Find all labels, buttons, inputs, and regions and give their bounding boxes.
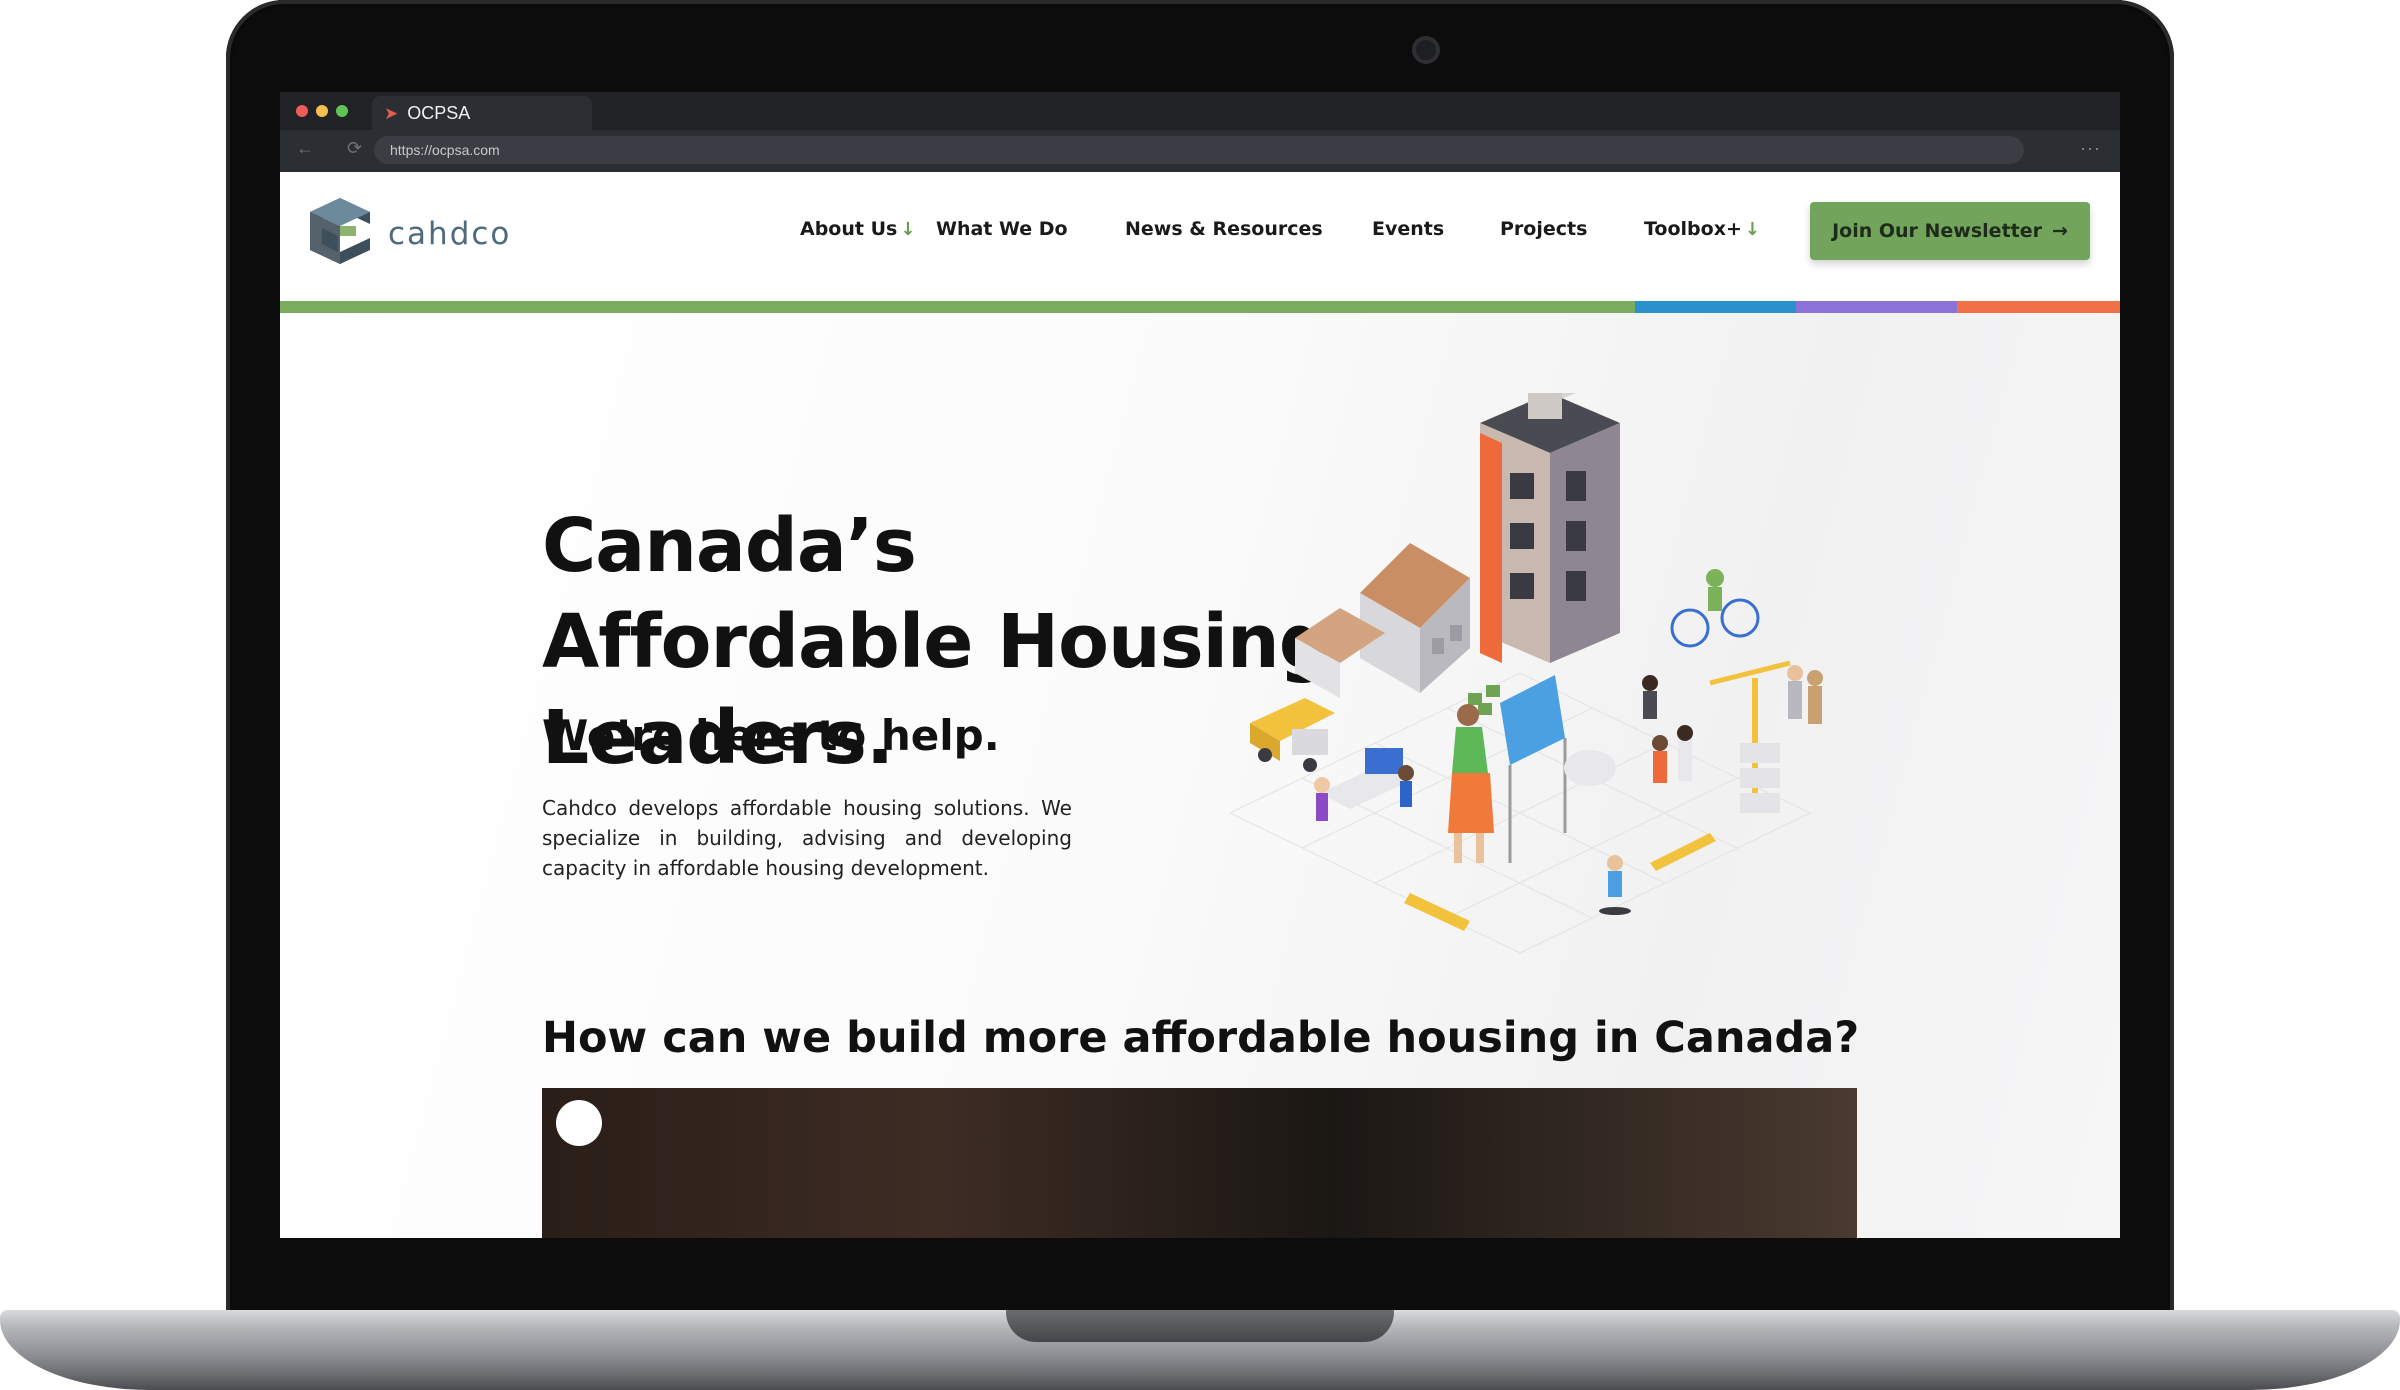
hero-description: Cahdco develops affordable housing solut… (542, 796, 1072, 880)
section-heading: How can we build more affordable housing… (542, 1013, 1860, 1063)
browser-chrome: ➤ OCPSA ← ⟳ https://ocpsa.com ··· (280, 92, 2120, 172)
hero-subtitle: We’re here to help. (542, 711, 1000, 760)
nav-toolbox[interactable]: Toolbox+ ↓ (1644, 218, 1760, 240)
address-bar[interactable]: https://ocpsa.com (374, 136, 2024, 164)
nav-events[interactable]: Events (1372, 218, 1444, 240)
nav-toolbox-label: Toolbox+ (1644, 218, 1742, 240)
nav-events-label: Events (1372, 218, 1445, 240)
play-icon[interactable] (556, 1100, 602, 1146)
nav-projects-label: Projects (1500, 218, 1588, 240)
chevron-down-icon: ↓ (900, 219, 916, 240)
video-player[interactable] (542, 1088, 1857, 1238)
stripe-purple (1796, 301, 1957, 313)
screen: ➤ OCPSA ← ⟳ https://ocpsa.com ··· cahdco… (280, 92, 2120, 1238)
stripe-blue (1635, 301, 1796, 313)
more-options-icon[interactable]: ··· (2080, 138, 2101, 159)
hero-section: Canada’s Affordable Housing Leaders. We’… (280, 313, 2120, 1238)
browser-tab[interactable]: ➤ OCPSA (372, 96, 592, 130)
stripe-orange (1957, 301, 2120, 313)
join-newsletter-button[interactable]: Join Our Newsletter → (1810, 202, 2090, 260)
cta-label: Join Our Newsletter (1832, 220, 2042, 242)
favicon-icon: ➤ (384, 103, 399, 123)
camera-icon (1412, 36, 1440, 64)
nav-news-resources[interactable]: News & Resources (1125, 218, 1323, 240)
back-reload-icons[interactable]: ← ⟳ (296, 138, 376, 159)
maximize-window-button[interactable] (336, 105, 348, 117)
nav-news-resources-label: News & Resources (1125, 218, 1323, 240)
site-header: cahdco About Us ↓ What We Do News & Resou… (280, 172, 2120, 294)
chevron-down-icon: ↓ (1744, 219, 1760, 240)
nav-what-we-do-label: What We Do (936, 218, 1068, 240)
laptop-notch (1006, 1310, 1394, 1342)
color-stripe (280, 301, 2120, 313)
nav-projects[interactable]: Projects (1500, 218, 1587, 240)
minimize-window-button[interactable] (316, 105, 328, 117)
nav-about-us[interactable]: About Us ↓ (800, 218, 915, 240)
close-window-button[interactable] (296, 105, 308, 117)
stripe-green (280, 301, 1635, 313)
nav-what-we-do[interactable]: What We Do (936, 218, 1068, 240)
nav-about-us-label: About Us (800, 218, 898, 240)
housing-illustration (1228, 393, 1823, 954)
url-text: https://ocpsa.com (390, 142, 500, 158)
tab-title: OCPSA (407, 102, 471, 123)
arrow-right-icon: → (2052, 220, 2068, 242)
